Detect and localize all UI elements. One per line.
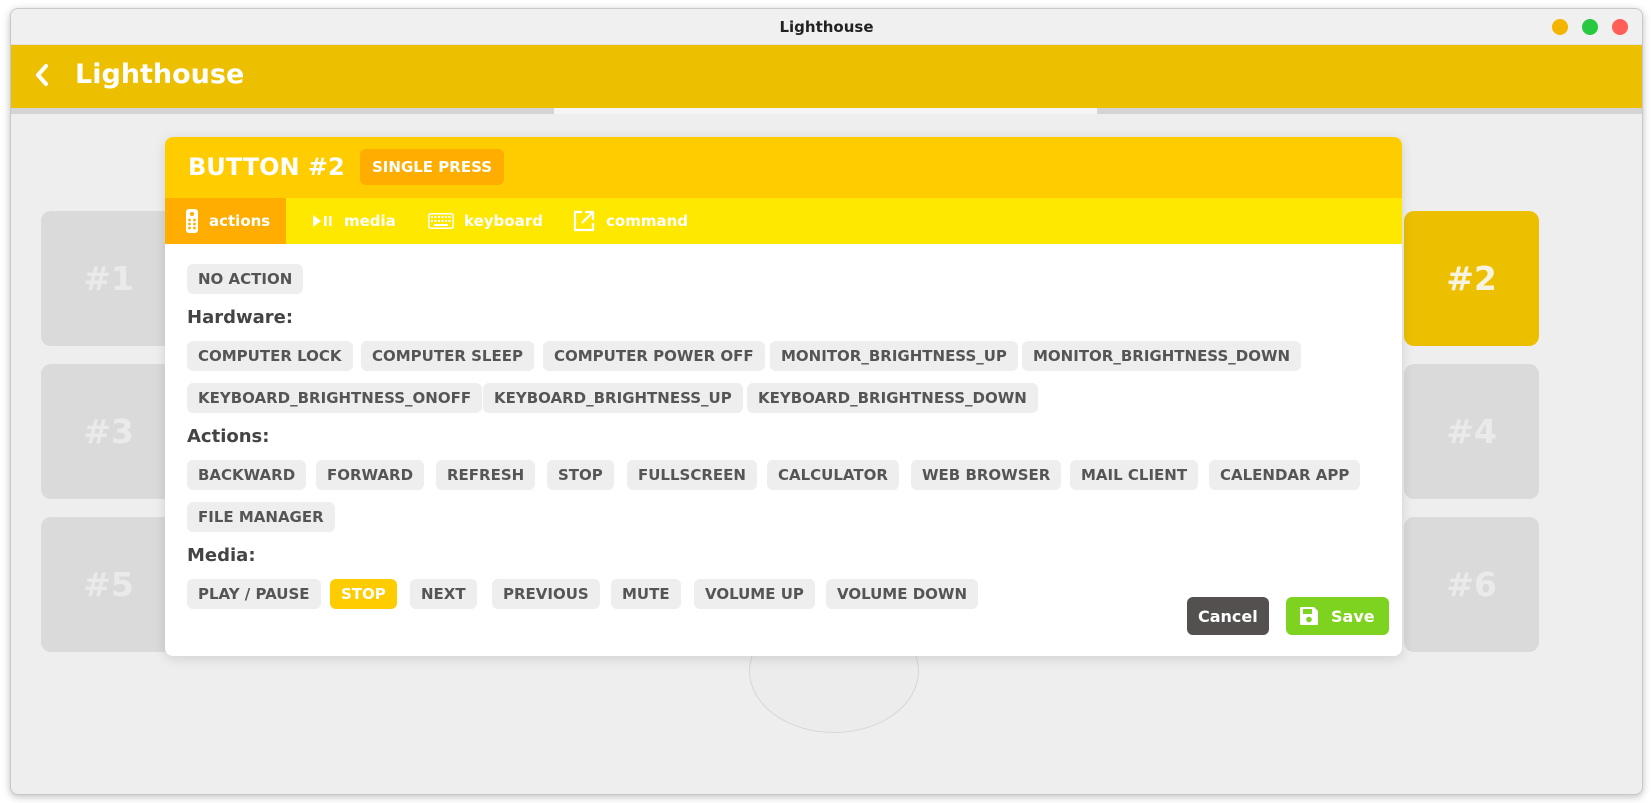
save-button[interactable]: Save bbox=[1286, 597, 1389, 635]
tab-actions[interactable]: actions bbox=[165, 198, 287, 244]
page-tab-strip bbox=[11, 108, 1642, 114]
actions-section-label: Actions: bbox=[187, 426, 270, 447]
tab-command-label: command bbox=[606, 212, 688, 230]
dialog-header: BUTTON #2 SINGLE PRESS bbox=[165, 137, 1402, 198]
tab-keyboard-label: keyboard bbox=[464, 212, 543, 230]
hardware-action-chip[interactable]: COMPUTER POWER OFF bbox=[543, 341, 765, 371]
cancel-button[interactable]: Cancel bbox=[1187, 597, 1269, 635]
hardware-action-chip[interactable]: KEYBOARD_BRIGHTNESS_DOWN bbox=[747, 383, 1038, 413]
system-action-chip[interactable]: FULLSCREEN bbox=[627, 460, 757, 490]
tile-button-6[interactable]: #6 bbox=[1404, 517, 1539, 652]
tab-keyboard[interactable]: keyboard bbox=[428, 198, 543, 244]
play-pause-icon bbox=[312, 214, 334, 228]
hardware-action-chip[interactable]: KEYBOARD_BRIGHTNESS_ONOFF bbox=[187, 383, 483, 413]
external-link-icon bbox=[572, 209, 596, 233]
tile-button-3[interactable]: #3 bbox=[41, 364, 176, 499]
media-action-chip[interactable]: PLAY / PAUSE bbox=[187, 579, 321, 609]
title-bar: Lighthouse bbox=[11, 9, 1642, 45]
page-tab-indicator bbox=[554, 108, 1097, 114]
dialog-title: BUTTON #2 bbox=[188, 153, 345, 181]
media-action-chip[interactable]: STOP bbox=[330, 579, 397, 609]
app-title: Lighthouse bbox=[75, 59, 245, 90]
system-action-chip[interactable]: WEB BROWSER bbox=[911, 460, 1062, 490]
remote-icon bbox=[185, 209, 199, 233]
media-action-chip[interactable]: VOLUME UP bbox=[694, 579, 815, 609]
hardware-action-chip[interactable]: MONITOR_BRIGHTNESS_UP bbox=[770, 341, 1018, 371]
media-action-chip[interactable]: PREVIOUS bbox=[492, 579, 600, 609]
media-action-chip[interactable]: NEXT bbox=[410, 579, 477, 609]
maximize-button[interactable] bbox=[1582, 19, 1598, 35]
system-action-chip[interactable]: CALCULATOR bbox=[767, 460, 899, 490]
chevron-left-icon[interactable] bbox=[33, 63, 51, 94]
minimize-button[interactable] bbox=[1552, 19, 1568, 35]
floppy-disk-icon bbox=[1299, 606, 1319, 626]
media-action-chip[interactable]: MUTE bbox=[611, 579, 681, 609]
tile-button-1[interactable]: #1 bbox=[41, 211, 176, 346]
system-action-chip[interactable]: MAIL CLIENT bbox=[1070, 460, 1199, 490]
media-action-chip[interactable]: VOLUME DOWN bbox=[826, 579, 978, 609]
tile-button-2[interactable]: #2 bbox=[1404, 211, 1539, 346]
dialog-tab-bar: actions media keyboard command bbox=[165, 198, 1402, 244]
system-action-chip[interactable]: BACKWARD bbox=[187, 460, 307, 490]
media-section-label: Media: bbox=[187, 545, 256, 566]
keyboard-icon bbox=[428, 213, 454, 229]
hardware-section-label: Hardware: bbox=[187, 307, 294, 328]
no-action-chip[interactable]: NO ACTION bbox=[187, 264, 304, 294]
press-type-badge[interactable]: SINGLE PRESS bbox=[360, 149, 504, 185]
system-action-chip[interactable]: REFRESH bbox=[436, 460, 536, 490]
tab-media[interactable]: media bbox=[312, 198, 396, 244]
tab-actions-label: actions bbox=[209, 212, 271, 230]
hardware-action-chip[interactable]: COMPUTER LOCK bbox=[187, 341, 353, 371]
system-action-chip[interactable]: CALENDAR APP bbox=[1209, 460, 1361, 490]
button-config-dialog: BUTTON #2 SINGLE PRESS actions media key… bbox=[165, 137, 1402, 656]
tile-button-4[interactable]: #4 bbox=[1404, 364, 1539, 499]
hardware-action-chip[interactable]: COMPUTER SLEEP bbox=[361, 341, 534, 371]
tile-button-5[interactable]: #5 bbox=[41, 517, 176, 652]
close-button[interactable] bbox=[1612, 19, 1628, 35]
app-bar: Lighthouse bbox=[11, 45, 1642, 108]
hardware-action-chip[interactable]: KEYBOARD_BRIGHTNESS_UP bbox=[483, 383, 743, 413]
save-button-label: Save bbox=[1331, 606, 1375, 626]
tab-media-label: media bbox=[344, 212, 396, 230]
system-action-chip[interactable]: FILE MANAGER bbox=[187, 502, 335, 532]
system-action-chip[interactable]: STOP bbox=[547, 460, 614, 490]
system-action-chip[interactable]: FORWARD bbox=[316, 460, 425, 490]
tab-command[interactable]: command bbox=[572, 198, 688, 244]
window-title: Lighthouse bbox=[779, 18, 874, 36]
hardware-action-chip[interactable]: MONITOR_BRIGHTNESS_DOWN bbox=[1022, 341, 1302, 371]
